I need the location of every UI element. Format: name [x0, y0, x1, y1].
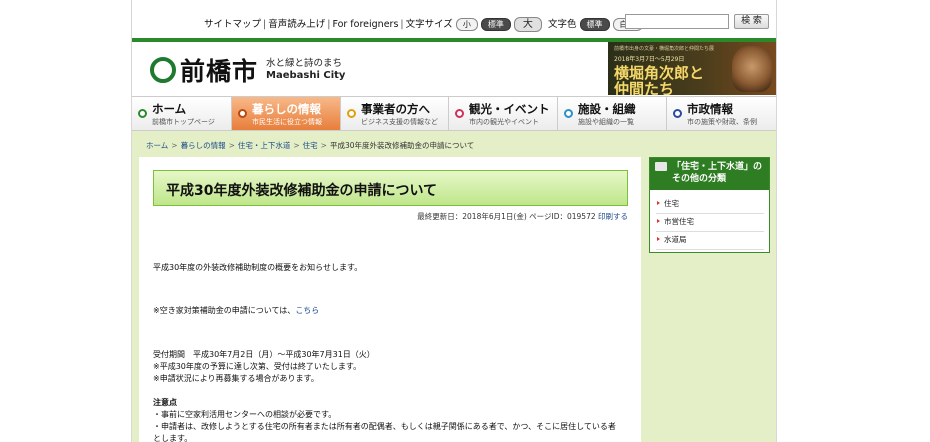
akiya-note: ※空き家対策補助金の申請については、こちら: [153, 305, 319, 317]
nav-facilities[interactable]: 施設・組織 施設や組織の一覧: [558, 97, 667, 130]
font-size-label: 文字サイズ: [405, 19, 453, 30]
font-size-large-button[interactable]: 大: [513, 17, 542, 32]
nav-business-desc: ビジネス支援の情報など: [361, 118, 438, 126]
font-size-standard-button[interactable]: 標準: [480, 18, 511, 31]
banner-portrait: [732, 46, 772, 92]
nav-living-label: 暮らしの情報: [252, 102, 321, 116]
breadcrumb: ホーム > 暮らしの情報 > 住宅・上下水道 > 住宅 > 平成30年度外装改修補助金の申請につ…: [146, 141, 475, 150]
breadcrumb-housing-water[interactable]: 住宅・上下水道: [238, 141, 291, 150]
business-nav-icon: [347, 109, 356, 118]
nav-home[interactable]: ホーム 前橋市トップページ: [132, 97, 232, 130]
for-foreigners-link[interactable]: For foreigners: [332, 19, 398, 30]
page-id: ページID：019572: [529, 212, 596, 221]
page-title-box: 平成30年度外装改修補助金の申請について: [153, 170, 628, 206]
nav-city-admin-label: 市政情報: [687, 102, 733, 116]
banner-title-line2: 仲間たち: [614, 80, 675, 95]
color-standard-button[interactable]: 標準: [579, 18, 610, 31]
living-nav-icon: [238, 109, 247, 118]
nav-facilities-desc: 施設や組織の一覧: [578, 118, 634, 126]
breadcrumb-living[interactable]: 暮らしの情報: [181, 141, 226, 150]
side-item-waterworks[interactable]: 水道局: [656, 232, 764, 250]
side-item-housing[interactable]: 住宅: [656, 196, 764, 214]
city-admin-nav-icon: [673, 109, 682, 118]
font-size-small-button[interactable]: 小: [455, 18, 478, 31]
text-color-label: 文字色: [547, 19, 577, 30]
breadcrumb-home[interactable]: ホーム: [146, 141, 168, 150]
utility-bar: サイトマップ | 音声読み上げ | For foreigners | 文字サイズ 小 標準 …: [132, 0, 776, 38]
budget-note: ※平成30年度の予算に達し次第、受付は終了いたします。: [153, 362, 362, 371]
caution-item-1: ・事前に空家利活用センターへの相談が必要です。: [153, 410, 337, 419]
home-nav-icon: [138, 109, 147, 118]
side-box-header: 「住宅・上下水道」のその他の分類: [650, 158, 769, 190]
nav-business-label: 事業者の方へ: [361, 102, 430, 116]
logo-roman: Maebashi City: [266, 70, 346, 81]
logo-subtitle: 水と緑と詩のまち Maebashi City: [266, 58, 345, 82]
logo-ring-icon: [150, 57, 176, 83]
side-category-list: 住宅 市営住宅 水道局: [656, 196, 764, 250]
nav-living-info[interactable]: 暮らしの情報 市民生活に役立つ情報: [232, 97, 341, 130]
voice-reading-link[interactable]: 音声読み上げ: [268, 19, 325, 30]
nav-tourism-desc: 市内の観光やイベント: [469, 118, 539, 126]
site-header: 前橋市 水と緑と詩のまち Maebashi City 前橋市出身の文豪・横堀角次…: [132, 42, 776, 95]
nav-tourism[interactable]: 観光・イベント 市内の観光やイベント: [449, 97, 558, 130]
main-content: 平成30年度外装改修補助金の申請について 最終更新日：2018年6月1日(金) …: [139, 157, 641, 442]
nav-city-admin[interactable]: 市政情報 市の施策や財政、条例: [667, 97, 776, 130]
intro-text: 平成30年度の外装改修補助制度の概要をお知らせします。: [153, 263, 363, 272]
banner-caption: 前橋市出身の文豪・横堀角次郎と仲間たち展: [614, 46, 715, 52]
print-link[interactable]: 印刷する: [598, 212, 628, 221]
exhibition-banner[interactable]: 前橋市出身の文豪・横堀角次郎と仲間たち展 2018年3月7日〜5月29日 横堀角…: [608, 42, 776, 95]
caution-block: 注意点 ・事前に空家利活用センターへの相談が必要です。 ・申請者は、改修しようと…: [153, 397, 616, 442]
caution-item-2: ・申請者は、改修しようとする住宅の所有者または所有者の配偶者、もしくは親子関係に…: [153, 422, 616, 431]
reapply-note: ※申請状況により再募集する場合があります。: [153, 374, 319, 383]
nav-home-label: ホーム: [152, 102, 187, 116]
akiya-link[interactable]: こちら: [295, 306, 319, 315]
search-input[interactable]: [625, 14, 729, 29]
period-text: 受付期間 平成30年7月2日（月）～平成30年7月31日（火）: [153, 350, 375, 359]
last-updated: 最終更新日：2018年6月1日(金): [417, 212, 527, 221]
period-block: 受付期間 平成30年7月2日（月）～平成30年7月31日（火） ※平成30年度の…: [153, 349, 375, 385]
nav-facilities-label: 施設・組織: [578, 102, 636, 116]
nav-living-desc: 市民生活に役立つ情報: [252, 118, 322, 126]
side-box-title: 「住宅・上下水道」のその他の分類: [672, 162, 763, 184]
site-logo[interactable]: 前橋市 水と緑と詩のまち Maebashi City: [150, 52, 345, 88]
page-meta: 最終更新日：2018年6月1日(金) ページID：019572 印刷する: [417, 211, 628, 222]
caution-heading: 注意点: [153, 398, 177, 407]
breadcrumb-housing[interactable]: 住宅: [303, 141, 318, 150]
tourism-nav-icon: [455, 109, 464, 118]
akiya-note-text: ※空き家対策補助金の申請については、: [153, 306, 296, 315]
facilities-nav-icon: [564, 109, 573, 118]
logo-name: 前橋市: [180, 57, 259, 86]
caution-item-2-cont: とします。: [153, 434, 193, 442]
sitemap-link[interactable]: サイトマップ: [204, 19, 261, 30]
page-wrapper: サイトマップ | 音声読み上げ | For foreigners | 文字サイズ 小 標準 …: [131, 0, 777, 442]
nav-home-desc: 前橋市トップページ: [152, 118, 215, 126]
breadcrumb-current: 平成30年度外装改修補助金の申請について: [329, 141, 475, 150]
page-title: 平成30年度外装改修補助金の申請について: [166, 183, 438, 199]
side-category-box: 「住宅・上下水道」のその他の分類 住宅 市営住宅 水道局: [649, 157, 770, 253]
side-item-public-housing[interactable]: 市営住宅: [656, 214, 764, 232]
folder-icon: [655, 162, 667, 171]
search-button[interactable]: 検 索: [734, 14, 769, 29]
logo-tagline: 水と緑と詩のまち: [266, 58, 343, 69]
nav-tourism-label: 観光・イベント: [469, 102, 550, 116]
nav-business[interactable]: 事業者の方へ ビジネス支援の情報など: [341, 97, 449, 130]
nav-city-admin-desc: 市の施策や財政、条例: [687, 118, 757, 126]
utility-links: サイトマップ | 音声読み上げ | For foreigners | 文字サイズ 小 標準 …: [204, 16, 643, 32]
global-navigation: ホーム 前橋市トップページ 暮らしの情報 市民生活に役立つ情報 事業者の方へ ビ…: [132, 96, 776, 131]
